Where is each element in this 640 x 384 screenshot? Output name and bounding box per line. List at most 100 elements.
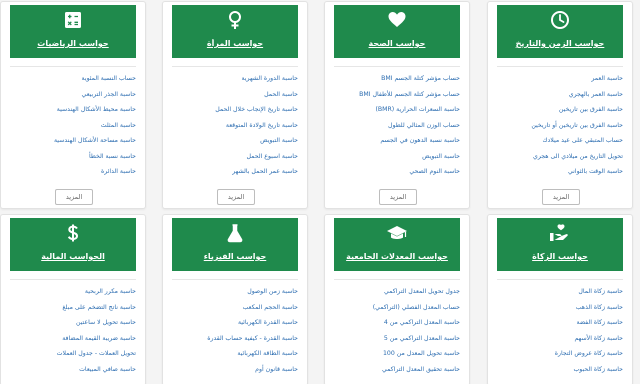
link-list: حاسبة العمر حاسبة العمر بالهجري حاسبة ال…: [497, 71, 623, 180]
list-item-link[interactable]: حاسبة المعدل التراكمي من 5: [334, 331, 460, 347]
list-item-link[interactable]: حاسبة السعرات الحرارية (BMR): [334, 102, 460, 118]
list-item-link[interactable]: حاسبة المعدل التراكمي من 4: [334, 315, 460, 331]
card-zakat: حواسب الزكاة حاسبة زكاة المال حاسبة زكاة…: [487, 214, 633, 384]
list-item-link[interactable]: حاسبة زكاة عروض التجارة: [497, 346, 623, 362]
list-item-link[interactable]: حاسبة الطاقة الكهربائية: [172, 346, 298, 362]
card-physics: حواسب الفيزياء حاسبة زمن الوصول حاسبة ال…: [162, 214, 308, 384]
list-item-link[interactable]: حاسبة مساحة الأشكال الهندسية: [10, 133, 136, 149]
list-item-link[interactable]: حاسبة تاريخ الولادة المتوقعة: [172, 118, 298, 134]
card-header[interactable]: حواسب المرأة: [172, 5, 298, 58]
list-item-link[interactable]: حاسبة نسبة الدهون في الجسم: [334, 133, 460, 149]
card-title[interactable]: حواسب الفيزياء: [174, 252, 296, 261]
list-item-link[interactable]: حاسبة العمر بالهجري: [497, 87, 623, 103]
card-title[interactable]: حواسب المرأة: [174, 39, 296, 48]
list-item-link[interactable]: حاسبة الحجم المكعب: [172, 300, 298, 316]
link-list: حساب مؤشر كتلة الجسم BMI حساب مؤشر كتلة …: [334, 71, 460, 180]
list-item-link[interactable]: حاسبة الجذر التربيعي: [10, 87, 136, 103]
list-item-link[interactable]: حاسبة الحمل: [172, 87, 298, 103]
card-health: حواسب الصحة حساب مؤشر كتلة الجسم BMI حسا…: [324, 1, 470, 209]
card-title[interactable]: حواسب المعدلات الجامعية: [336, 252, 458, 261]
divider: [497, 66, 623, 67]
list-item-link[interactable]: حساب المتبقي على عيد ميلادك: [497, 133, 623, 149]
divider: [334, 279, 460, 280]
card-finance: الحواسب المالية حاسبة مكرر الربحية حاسبة…: [0, 214, 146, 384]
list-item-link[interactable]: حاسبة زكاة الفضة: [497, 315, 624, 331]
card-header[interactable]: حواسب الزكاة: [497, 218, 623, 271]
card-header[interactable]: حواسب الرياضيات: [10, 5, 136, 58]
list-item-link[interactable]: حاسبة الدائرة: [10, 164, 136, 180]
more-button[interactable]: المزيد: [217, 189, 255, 205]
list-item-link[interactable]: حاسبة التبويض: [172, 133, 298, 149]
list-item-link[interactable]: حاسبة الوقت بالثواني: [497, 164, 623, 180]
card-header[interactable]: حواسب المعدلات الجامعية: [334, 218, 460, 271]
list-item-link[interactable]: حاسبة زكاة الأسهم: [497, 331, 623, 347]
list-item-link[interactable]: حاسبة زكاة المال: [497, 284, 623, 300]
list-item-link[interactable]: حاسبة تحويل المعدل من 100: [334, 346, 460, 362]
list-item-link[interactable]: حاسبة الفرق بين تاريخين أو تاريخين: [497, 118, 623, 134]
list-item-link[interactable]: حساب النسبة المئوية: [10, 71, 136, 87]
list-item-link[interactable]: حاسبة مكرر الربحية: [10, 284, 136, 300]
list-item-link[interactable]: حاسبة التبويض: [334, 149, 460, 165]
list-item-link[interactable]: حاسبة صافي المبيعات: [10, 362, 136, 378]
more-button[interactable]: المزيد: [379, 189, 417, 205]
list-item-link[interactable]: حاسبة نسبة الخطأ: [10, 149, 136, 165]
card-header[interactable]: الحواسب المالية: [10, 218, 136, 271]
card-title[interactable]: حواسب الصحة: [336, 39, 458, 48]
card-header[interactable]: حواسب الزمن والتاريخ: [497, 5, 623, 58]
list-item-link[interactable]: حاسبة الدورة الشهرية: [172, 71, 298, 87]
list-item-link[interactable]: حاسبة النوم الصحي: [334, 164, 460, 180]
list-item-link[interactable]: تحويل العملات - جدول العملات: [10, 346, 136, 362]
card-time-date: حواسب الزمن والتاريخ حاسبة العمر حاسبة ا…: [487, 1, 633, 209]
card-title[interactable]: حواسب الزكاة: [499, 252, 621, 261]
list-item-link[interactable]: حاسبة زمن الوصول: [172, 284, 298, 300]
list-item-link[interactable]: حساب مؤشر كتلة الجسم BMI: [334, 71, 460, 87]
dollar-icon: [10, 223, 136, 243]
link-list: حاسبة زمن الوصول حاسبة الحجم المكعب حاسب…: [172, 284, 298, 377]
female-icon: [172, 10, 298, 30]
list-item-link[interactable]: حساب مؤشر كتلة الجسم للأطفال BMI: [334, 87, 460, 103]
divider: [10, 66, 136, 67]
calculator-categories-grid: حواسب الزمن والتاريخ حاسبة العمر حاسبة ا…: [0, 0, 640, 384]
divider: [10, 279, 136, 280]
card-title[interactable]: حواسب الرياضيات: [12, 39, 134, 48]
divider: [497, 279, 623, 280]
link-list: حاسبة زكاة المال حاسبة زكاة الذهب حاسبة …: [497, 284, 623, 377]
more-button[interactable]: المزيد: [55, 189, 93, 205]
list-item-link[interactable]: حساب الوزن المثالي للطول: [334, 118, 460, 134]
card-title[interactable]: الحواسب المالية: [12, 252, 134, 261]
list-item-link[interactable]: حاسبة زكاة الحبوب: [497, 362, 623, 378]
link-list: جدول تحويل المعدل التراكمي حساب المعدل ا…: [334, 284, 460, 377]
card-women: حواسب المرأة حاسبة الدورة الشهرية حاسبة …: [162, 1, 308, 209]
list-item-link[interactable]: جدول تحويل المعدل التراكمي: [334, 284, 460, 300]
calculator-icon: [10, 10, 136, 30]
flask-icon: [172, 223, 298, 243]
list-item-link[interactable]: حاسبة تاريخ الإنجاب خلال الحمل: [172, 102, 298, 118]
list-item-link[interactable]: حاسبة عمر الحمل بالشهر: [172, 164, 298, 180]
list-item-link[interactable]: حساب المعدل الفصلي (التراكمي): [334, 300, 460, 316]
list-item-link[interactable]: حاسبة تحويل لا ساعتين: [10, 315, 136, 331]
list-item-link[interactable]: حاسبة قانون أوم: [172, 362, 298, 378]
card-title[interactable]: حواسب الزمن والتاريخ: [499, 39, 621, 48]
card-math: حواسب الرياضيات حساب النسبة المئوية حاسب…: [0, 1, 146, 209]
list-item-link[interactable]: حاسبة العمر: [497, 71, 623, 87]
list-item-link[interactable]: حاسبة القدرة الكهربائية: [172, 315, 298, 331]
list-item-link[interactable]: حاسبة محيط الأشكال الهندسية: [10, 102, 136, 118]
list-item-link[interactable]: حاسبة ضريبة القيمة المضافة: [10, 331, 136, 347]
more-button[interactable]: المزيد: [542, 189, 580, 205]
card-header[interactable]: حواسب الصحة: [334, 5, 460, 58]
list-item-link[interactable]: حاسبة القدرة - كيفية حساب القدرة: [172, 331, 298, 347]
divider: [172, 66, 298, 67]
list-item-link[interactable]: حاسبة المثلث: [10, 118, 136, 134]
divider: [172, 279, 298, 280]
graduation-cap-icon: [334, 223, 460, 243]
list-item-link[interactable]: تحويل التاريخ من ميلادي الى هجري: [497, 149, 623, 165]
link-list: حاسبة مكرر الربحية حاسبة ناتج التضخم على…: [10, 284, 136, 377]
card-header[interactable]: حواسب الفيزياء: [172, 218, 298, 271]
list-item-link[interactable]: حاسبة ناتج التضخم على مبلغ: [10, 300, 136, 316]
list-item-link[interactable]: حاسبة تحقيق المعدل التراكمي: [334, 362, 460, 378]
list-item-link[interactable]: حاسبة الفرق بين تاريخين: [497, 102, 623, 118]
hand-coin-icon: [497, 223, 623, 243]
list-item-link[interactable]: حاسبة زكاة الذهب: [497, 300, 623, 316]
divider: [334, 66, 460, 67]
list-item-link[interactable]: حاسبة اسبوع الحمل: [172, 149, 298, 165]
